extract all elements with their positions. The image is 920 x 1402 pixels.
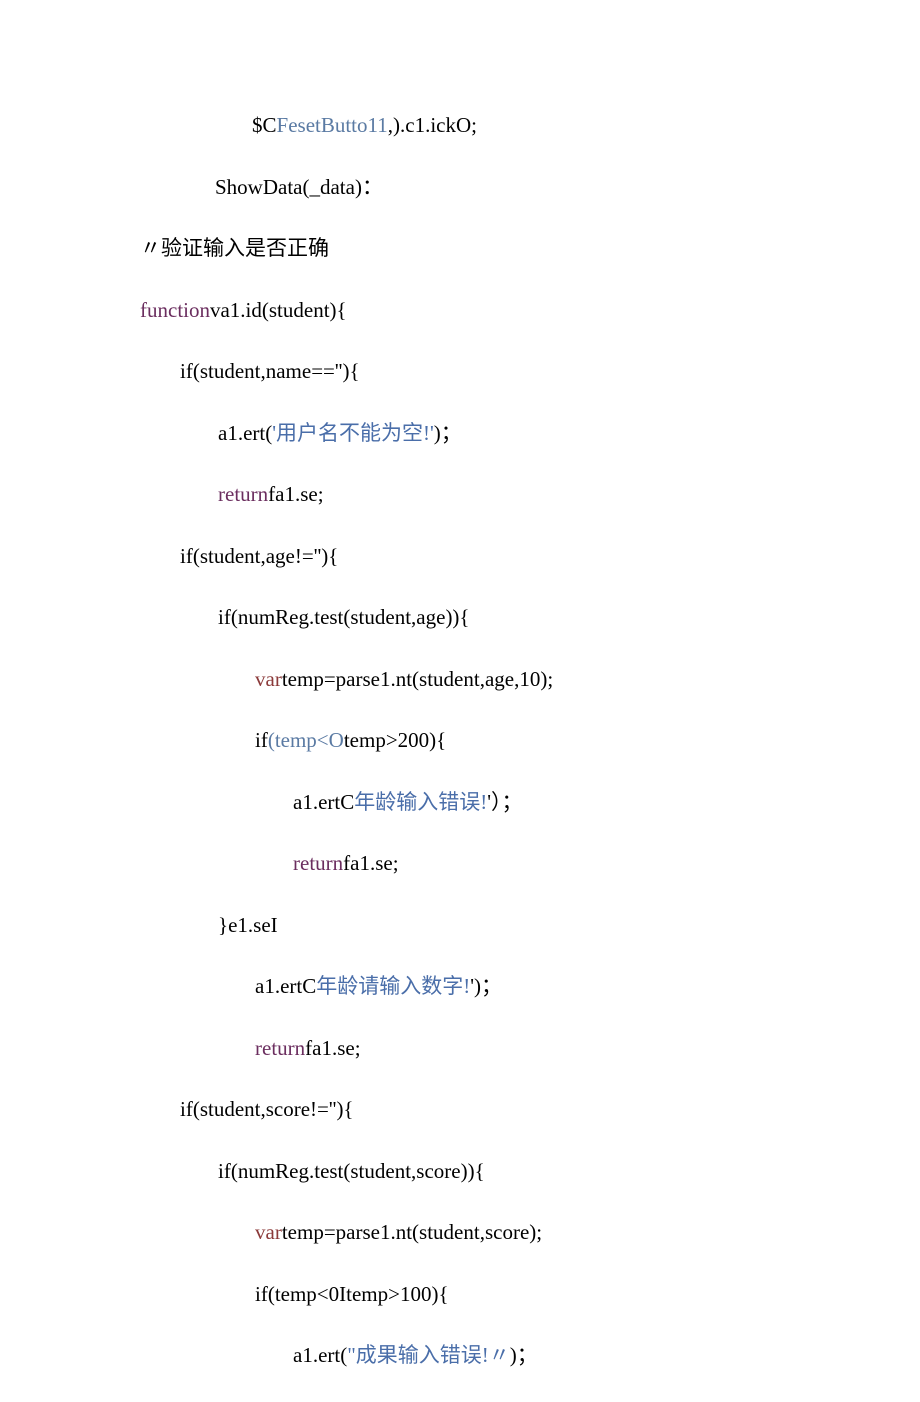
code-token: '用户名不能为空!': [272, 421, 434, 445]
code-token: if: [255, 728, 268, 752]
code-line: }e1.seI: [0, 910, 920, 942]
code-token: var: [255, 1220, 282, 1244]
code-token: ,).c1.ickO;: [388, 113, 477, 137]
code-token: if(numReg.test(student,score)){: [218, 1159, 485, 1183]
code-line: returnfa1.se;: [0, 848, 920, 880]
code-line: $CFesetButto11,).c1.ickO;: [0, 110, 920, 142]
code-token: return: [293, 851, 343, 875]
code-line: vartemp=parse1.nt(student,age,10);: [0, 664, 920, 696]
code-token: 〃验证输入是否正确: [140, 236, 329, 260]
code-token: a1.ertC: [293, 790, 354, 814]
code-token: a1.ert(: [293, 1343, 347, 1367]
code-token: var: [255, 667, 282, 691]
code-block: $CFesetButto11,).c1.ickO; ShowData(_data)…: [0, 110, 920, 1372]
code-line: if(student,name==''){: [0, 356, 920, 388]
code-token: va1.id(student){: [210, 298, 347, 322]
code-token: ShowData(_data)：: [215, 175, 383, 199]
code-token: temp=parse1.nt(student,score);: [282, 1220, 542, 1244]
code-token: fa1.se;: [343, 851, 398, 875]
code-line: if(temp<Otemp>200){: [0, 725, 920, 757]
code-line: a1.ertC年龄输入错误!'）；: [0, 787, 920, 819]
code-line: if(numReg.test(student,score)){: [0, 1156, 920, 1188]
code-token: )；: [434, 421, 462, 445]
code-token: temp>200){: [344, 728, 446, 752]
code-line: returnfa1.se;: [0, 479, 920, 511]
code-token: '）；: [487, 790, 522, 814]
code-token: a1.ertC: [255, 974, 316, 998]
code-token: if(numReg.test(student,age)){: [218, 605, 470, 629]
code-line: a1.ert('用户名不能为空!')；: [0, 418, 920, 450]
code-line: functionva1.id(student){: [0, 295, 920, 327]
code-line: ShowData(_data)：: [0, 172, 920, 204]
code-token: return: [218, 482, 268, 506]
code-line: vartemp=parse1.nt(student,score);: [0, 1217, 920, 1249]
code-token: a1.ert(: [218, 421, 272, 445]
code-token: 年龄请输入数字!: [316, 974, 470, 998]
code-token: 年龄输入错误!: [354, 790, 487, 814]
code-token: if(student,score!=''){: [180, 1097, 354, 1121]
code-token: if(student,name==''){: [180, 359, 360, 383]
code-token: (temp<O: [268, 728, 344, 752]
code-token: if(student,age!=''){: [180, 544, 338, 568]
code-token: "成果输入错误!〃: [347, 1343, 510, 1367]
code-token: return: [255, 1036, 305, 1060]
code-token: function: [140, 298, 210, 322]
code-token: temp=parse1.nt(student,age,10);: [282, 667, 553, 691]
code-token: fa1.se;: [268, 482, 323, 506]
code-token: FesetButto11: [277, 113, 388, 137]
code-token: $C: [252, 113, 277, 137]
code-token: ')；: [470, 974, 502, 998]
code-token: fa1.se;: [305, 1036, 360, 1060]
document-page: $CFesetButto11,).c1.ickO; ShowData(_data)…: [0, 0, 920, 1372]
code-token: }e1.seI: [218, 913, 278, 937]
code-token: if(temp<0Itemp>100){: [255, 1282, 449, 1306]
code-line: if(numReg.test(student,age)){: [0, 602, 920, 634]
code-line: if(temp<0Itemp>100){: [0, 1279, 920, 1311]
code-line: if(student,score!=''){: [0, 1094, 920, 1126]
code-line: returnfa1.se;: [0, 1033, 920, 1065]
code-line: 〃验证输入是否正确: [0, 233, 920, 265]
code-line: a1.ertC年龄请输入数字!')；: [0, 971, 920, 1003]
code-line: a1.ert("成果输入错误!〃)；: [0, 1340, 920, 1372]
code-token: )；: [510, 1343, 538, 1367]
code-line: if(student,age!=''){: [0, 541, 920, 573]
